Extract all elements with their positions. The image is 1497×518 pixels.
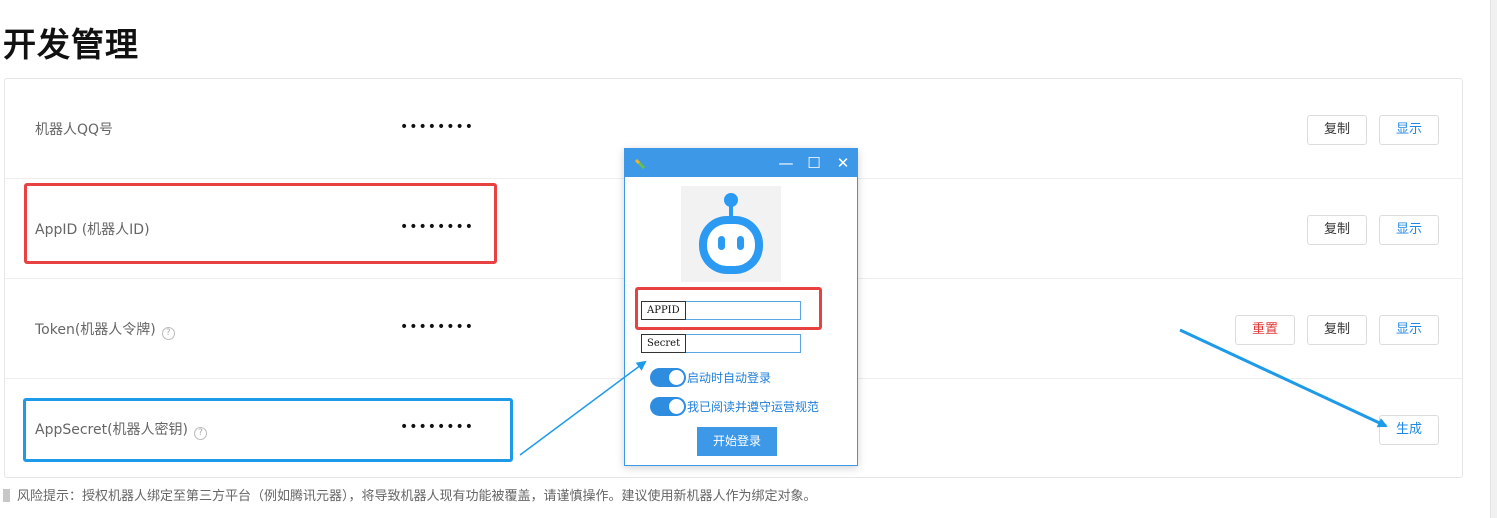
secret-input[interactable] <box>690 335 800 352</box>
close-icon[interactable]: ✕ <box>828 149 858 177</box>
note-marker <box>3 489 10 502</box>
show-button[interactable]: 显示 <box>1379 315 1439 345</box>
secret-field: Secret <box>641 334 801 353</box>
row-value: •••••••• <box>400 319 475 335</box>
maximize-icon[interactable]: ☐ <box>799 149 829 177</box>
row-label: Token(机器人令牌)? <box>35 319 175 340</box>
agree-toggle[interactable] <box>650 397 686 416</box>
toggle-knob <box>669 370 684 385</box>
auto-login-label: 启动时自动登录 <box>687 371 772 385</box>
minimize-icon[interactable]: — <box>771 149 801 177</box>
show-button[interactable]: 显示 <box>1379 115 1439 145</box>
risk-note-text: 风险提示：授权机器人绑定至第三方平台（例如腾讯元器），将导致机器人现有功能被覆盖… <box>17 489 817 504</box>
row-label-text: Token(机器人令牌) <box>35 322 156 338</box>
robot-logo <box>681 186 781 282</box>
copy-button[interactable]: 复制 <box>1307 115 1367 145</box>
row-value: •••••••• <box>400 119 475 135</box>
row-label: 机器人QQ号 <box>35 122 114 138</box>
copy-button[interactable]: 复制 <box>1307 315 1367 345</box>
page-scrollbar[interactable] <box>1490 0 1497 518</box>
start-login-button[interactable]: 开始登录 <box>697 427 777 456</box>
risk-note: 风险提示：授权机器人绑定至第三方平台（例如腾讯元器），将导致机器人现有功能被覆盖… <box>3 485 817 504</box>
highlight-box-appid <box>24 183 497 264</box>
auto-login-toggle[interactable] <box>650 368 686 387</box>
generate-button[interactable]: 生成 <box>1379 415 1439 445</box>
secret-label: Secret <box>641 334 687 353</box>
toggle-knob <box>669 399 684 414</box>
agree-label: 我已阅读并遵守运营规范 <box>687 400 820 414</box>
highlight-box-appid-field <box>635 287 822 330</box>
show-button[interactable]: 显示 <box>1379 215 1439 245</box>
reset-button[interactable]: 重置 <box>1235 315 1295 345</box>
app-icon <box>634 158 646 170</box>
robot-icon <box>699 193 763 274</box>
help-icon[interactable]: ? <box>161 327 175 340</box>
window-titlebar[interactable]: — ☐ ✕ <box>625 149 857 177</box>
copy-button[interactable]: 复制 <box>1307 215 1367 245</box>
page-title: 开发管理 <box>3 25 139 64</box>
highlight-box-appsecret <box>23 398 513 462</box>
